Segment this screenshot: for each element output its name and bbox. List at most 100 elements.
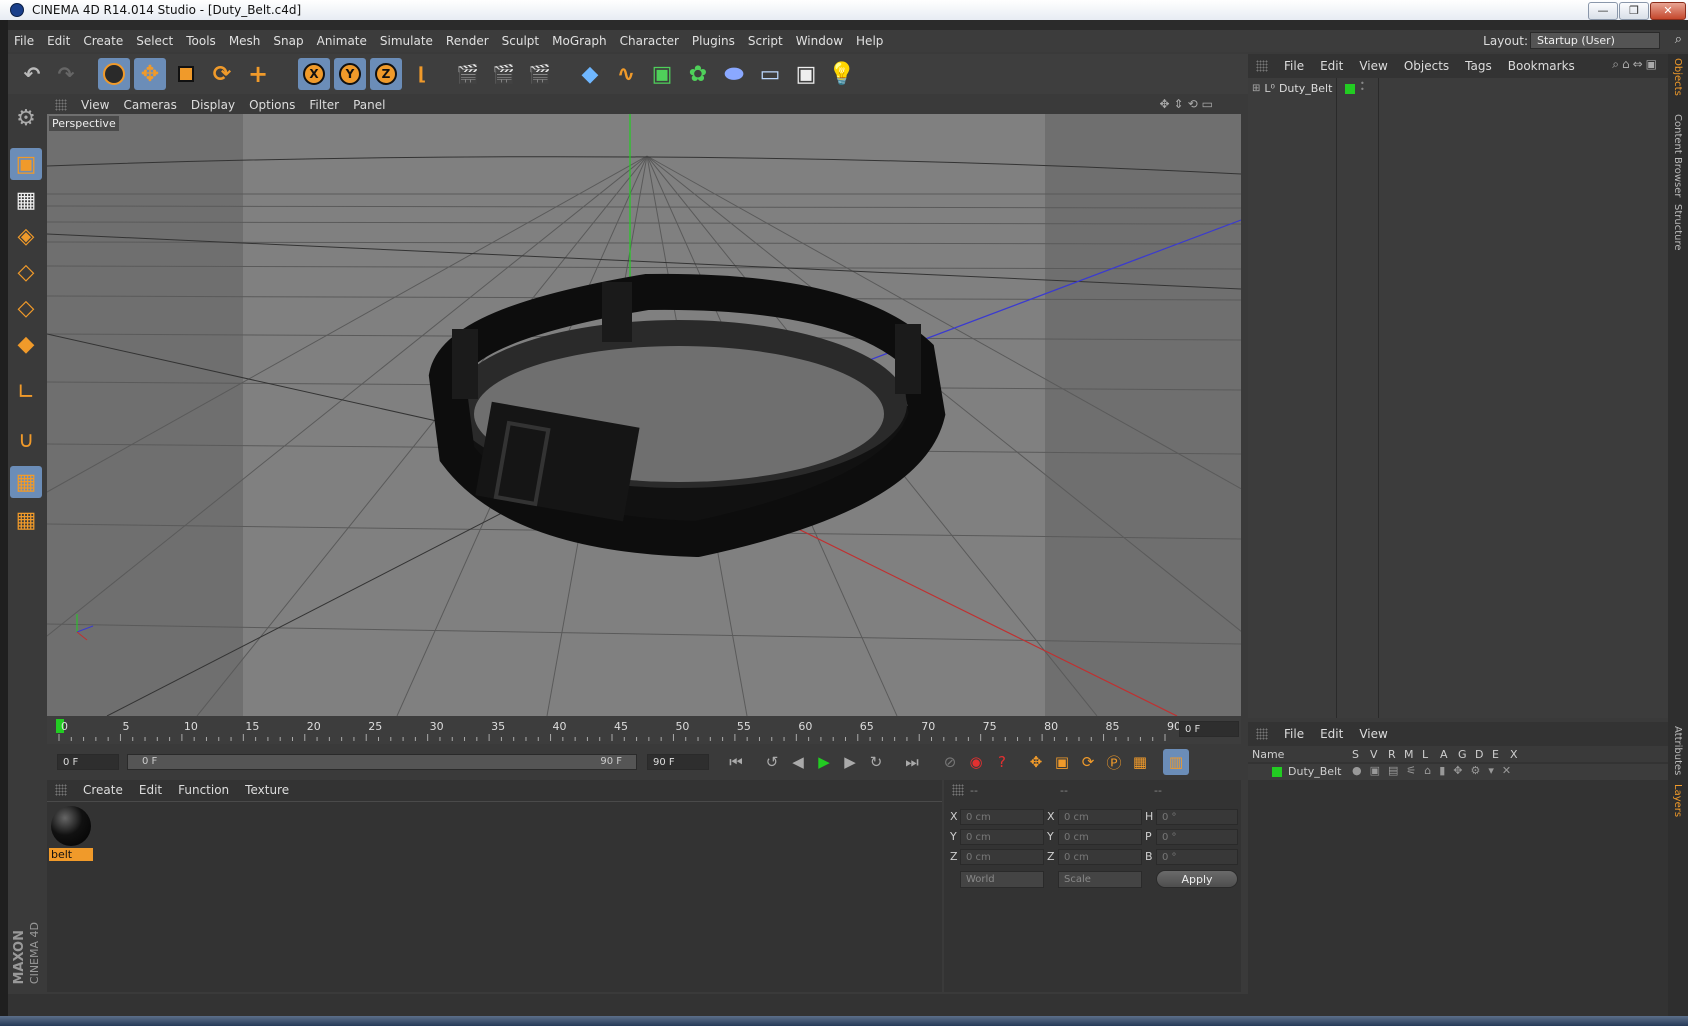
maximize-button[interactable]: ❐ — [1619, 2, 1649, 20]
tab-attributes[interactable]: Attributes — [1672, 726, 1683, 775]
menu-file[interactable]: File — [14, 34, 34, 48]
render-settings-icon[interactable]: 🎬 — [524, 58, 556, 90]
viewport-menu-filter[interactable]: Filter — [309, 98, 339, 112]
viewport-menu-panel[interactable]: Panel — [353, 98, 385, 112]
tab-content-browser[interactable]: Content Browser — [1672, 114, 1683, 197]
z-axis-lock-button[interactable]: Z — [370, 58, 402, 90]
timeline-ruler[interactable]: 0 5 10 15 20 25 30 35 40 45 50 55 60 65 70 75 80 85 90 0 F — [47, 716, 1241, 744]
make-editable-icon[interactable]: ⚙ — [10, 102, 42, 134]
layer-menu-file[interactable]: File — [1284, 727, 1304, 741]
size-z-field[interactable]: 0 cm — [1058, 849, 1142, 865]
transform-tool-icon[interactable]: + — [242, 58, 274, 90]
material-menu-texture[interactable]: Texture — [245, 783, 289, 797]
size-mode-select[interactable]: Scale — [1058, 871, 1142, 888]
go-to-end-icon[interactable]: ⏭ — [899, 749, 925, 775]
previous-frame-icon[interactable]: ◀ — [785, 749, 811, 775]
x-axis-lock-button[interactable]: X — [298, 58, 330, 90]
viewport-menu-options[interactable]: Options — [249, 98, 295, 112]
apply-button[interactable]: Apply — [1156, 870, 1238, 888]
layer-menu-view[interactable]: View — [1359, 727, 1387, 741]
object-menu-view[interactable]: View — [1359, 59, 1387, 73]
light-icon[interactable]: 💡 — [826, 58, 858, 90]
rot-p-field[interactable]: 0 ° — [1156, 829, 1238, 845]
menu-help[interactable]: Help — [856, 34, 883, 48]
viewport-nav-icons[interactable]: ✥⇕⟲▭ — [1159, 97, 1217, 111]
locked-workplane-icon[interactable]: ▦ — [10, 466, 42, 498]
close-button[interactable]: ✕ — [1650, 2, 1686, 20]
menu-create[interactable]: Create — [83, 34, 123, 48]
axis-mode-icon[interactable]: ∟ — [10, 376, 42, 408]
menu-script[interactable]: Script — [748, 34, 783, 48]
menu-mograph[interactable]: MoGraph — [552, 34, 607, 48]
coordinate-mode-select[interactable]: World — [960, 871, 1044, 888]
menu-character[interactable]: Character — [620, 34, 679, 48]
deformer-icon[interactable]: ⬬ — [718, 58, 750, 90]
layer-color-tag[interactable] — [1345, 84, 1355, 94]
layer-row[interactable]: Duty_Belt ●▣▤⚟⌂▮✥⚙▾✕ — [1248, 764, 1668, 780]
layer-menu-edit[interactable]: Edit — [1320, 727, 1343, 741]
object-manager-nav-icons[interactable]: ⌕⌂⇔▣ — [1612, 57, 1660, 72]
end-frame-field[interactable]: 90 F — [647, 754, 709, 770]
menu-mesh[interactable]: Mesh — [229, 34, 261, 48]
key-position-icon[interactable]: ✥ — [1023, 749, 1049, 775]
start-frame-field[interactable]: 0 F — [57, 754, 119, 770]
nurbs-icon[interactable]: ▣ — [646, 58, 678, 90]
size-x-field[interactable]: 0 cm — [1058, 809, 1142, 825]
menu-plugins[interactable]: Plugins — [692, 34, 735, 48]
tab-structure[interactable]: Structure — [1672, 204, 1683, 251]
render-picture-viewer-icon[interactable]: 🎬 — [488, 58, 520, 90]
menu-simulate[interactable]: Simulate — [380, 34, 433, 48]
menu-snap[interactable]: Snap — [273, 34, 303, 48]
menu-sculpt[interactable]: Sculpt — [502, 34, 539, 48]
planar-workplane-icon[interactable]: ▦ — [10, 504, 42, 536]
rotate-tool-icon[interactable]: ⟳ — [206, 58, 238, 90]
minimize-button[interactable]: — — [1588, 2, 1618, 20]
scale-tool-icon[interactable] — [170, 58, 202, 90]
redo-icon[interactable]: ↷ — [50, 58, 82, 90]
points-mode-icon[interactable]: ◇ — [10, 256, 42, 288]
record-active-icon[interactable]: ⊘ — [937, 749, 963, 775]
texture-mode-icon[interactable]: ▦ — [10, 184, 42, 216]
layer-color-swatch[interactable] — [1272, 767, 1282, 777]
model-mode-icon[interactable]: ▣ — [10, 148, 42, 180]
menu-select[interactable]: Select — [136, 34, 173, 48]
current-frame-field[interactable]: 0 F — [1179, 721, 1239, 737]
expand-icon[interactable]: ⊞ — [1252, 83, 1260, 94]
autokey-icon[interactable]: ◉ — [963, 749, 989, 775]
material-menu-function[interactable]: Function — [178, 783, 229, 797]
object-menu-bookmarks[interactable]: Bookmarks — [1508, 59, 1575, 73]
range-slider[interactable]: 0 F 90 F — [127, 754, 637, 770]
render-view-icon[interactable]: 🎬 — [452, 58, 484, 90]
object-menu-edit[interactable]: Edit — [1320, 59, 1343, 73]
floor-icon[interactable]: ▭ — [754, 58, 786, 90]
key-pla-icon[interactable]: ▦ — [1127, 749, 1153, 775]
size-y-field[interactable]: 0 cm — [1058, 829, 1142, 845]
camera-icon[interactable]: ▣ — [790, 58, 822, 90]
tab-objects[interactable]: Objects — [1672, 58, 1683, 96]
viewport-menu-cameras[interactable]: Cameras — [123, 98, 176, 112]
rot-b-field[interactable]: 0 ° — [1156, 849, 1238, 865]
rot-h-field[interactable]: 0 ° — [1156, 809, 1238, 825]
material-menu-create[interactable]: Create — [83, 783, 123, 797]
menu-animate[interactable]: Animate — [317, 34, 367, 48]
tab-layers[interactable]: Layers — [1672, 784, 1683, 817]
viewport-perspective[interactable]: Perspective — [47, 114, 1241, 716]
spline-icon[interactable]: ∿ — [610, 58, 642, 90]
next-frame-icon[interactable]: ▶ — [837, 749, 863, 775]
previous-key-icon[interactable]: ↺ — [759, 749, 785, 775]
key-rotation-icon[interactable]: ⟳ — [1075, 749, 1101, 775]
timeline-window-icon[interactable]: ▥ — [1163, 749, 1189, 775]
object-menu-file[interactable]: File — [1284, 59, 1304, 73]
layer-toggle-icons[interactable]: ●▣▤⚟⌂▮✥⚙▾✕ — [1352, 764, 1519, 777]
edges-mode-icon[interactable]: ◇ — [10, 292, 42, 324]
next-key-icon[interactable]: ↻ — [863, 749, 889, 775]
snap-magnet-icon[interactable]: ∪ — [10, 424, 42, 456]
layout-select[interactable]: Startup (User) — [1530, 32, 1660, 49]
viewport-menu-view[interactable]: View — [81, 98, 109, 112]
array-icon[interactable]: ✿ — [682, 58, 714, 90]
search-icon[interactable]: ⌕ — [1675, 32, 1682, 47]
material-belt[interactable]: belt — [49, 804, 93, 864]
material-menu-edit[interactable]: Edit — [139, 783, 162, 797]
object-row[interactable]: ⊞ L⁰ Duty_Belt — [1252, 82, 1332, 95]
menu-edit[interactable]: Edit — [47, 34, 70, 48]
